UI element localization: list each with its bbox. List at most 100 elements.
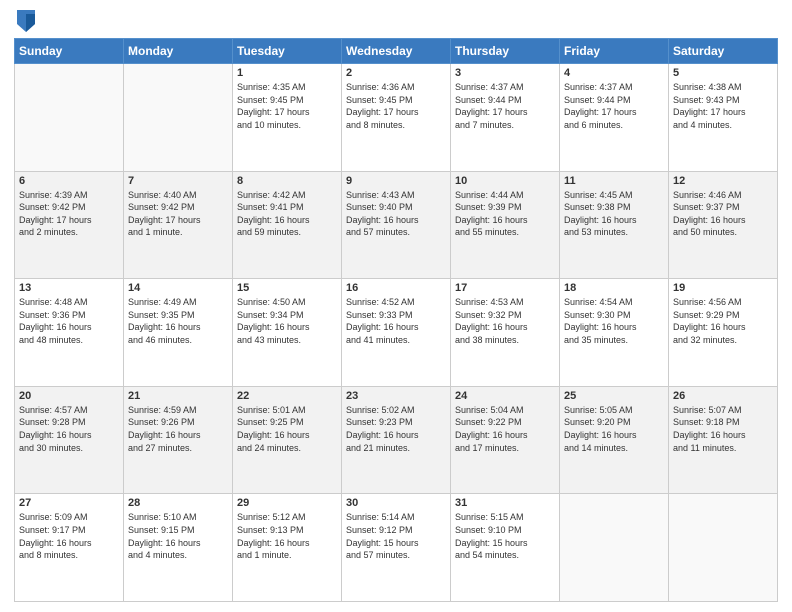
day-header-monday: Monday <box>124 39 233 64</box>
day-number: 19 <box>673 282 773 294</box>
calendar-cell: 25Sunrise: 5:05 AM Sunset: 9:20 PM Dayli… <box>560 386 669 494</box>
cell-info: Sunrise: 5:15 AM Sunset: 9:10 PM Dayligh… <box>455 511 555 561</box>
calendar-cell: 10 Sunrise: 4:44 AM Sunset: 9:39 PM Dayli… <box>451 171 560 279</box>
calendar-cell: 9 Sunrise: 4:43 AM Sunset: 9:40 PM Daylig… <box>342 171 451 279</box>
calendar-week-row: 1 Sunrise: 4:35 AM Sunset: 9:45 PM Daylig… <box>15 64 778 172</box>
day-number: 8 <box>237 175 337 187</box>
calendar-cell: 27 Sunrise: 5:09 AM Sunset: 9:17 PM Dayli… <box>15 494 124 602</box>
cell-info: Sunrise: 5:09 AM Sunset: 9:17 PM Dayligh… <box>19 511 119 561</box>
calendar-cell: 1 Sunrise: 4:35 AM Sunset: 9:45 PM Daylig… <box>233 64 342 172</box>
cell-info: Sunrise: 4:50 AM Sunset: 9:34 PM Dayligh… <box>237 296 337 346</box>
logo <box>14 14 35 32</box>
day-number: 22 <box>237 390 337 402</box>
calendar-cell: 12 Sunrise: 4:46 AM Sunset: 9:37 PM Dayli… <box>669 171 778 279</box>
day-number: 20 <box>19 390 119 402</box>
cell-info: Sunrise: 5:05 AM Sunset: 9:20 PM Dayligh… <box>564 404 664 454</box>
cell-info: Sunrise: 4:44 AM Sunset: 9:39 PM Dayligh… <box>455 189 555 239</box>
cell-info: Sunrise: 4:42 AM Sunset: 9:41 PM Dayligh… <box>237 189 337 239</box>
cell-info: Sunrise: 4:48 AM Sunset: 9:36 PM Dayligh… <box>19 296 119 346</box>
calendar-table: SundayMondayTuesdayWednesdayThursdayFrid… <box>14 38 778 602</box>
logo-icon <box>17 10 35 32</box>
cell-info: Sunrise: 4:52 AM Sunset: 9:33 PM Dayligh… <box>346 296 446 346</box>
cell-info: Sunrise: 4:54 AM Sunset: 9:30 PM Dayligh… <box>564 296 664 346</box>
calendar-cell: 21Sunrise: 4:59 AM Sunset: 9:26 PM Dayli… <box>124 386 233 494</box>
calendar-cell: 30 Sunrise: 5:14 AM Sunset: 9:12 PM Dayli… <box>342 494 451 602</box>
day-number: 3 <box>455 67 555 79</box>
cell-info: Sunrise: 5:07 AM Sunset: 9:18 PM Dayligh… <box>673 404 773 454</box>
day-header-saturday: Saturday <box>669 39 778 64</box>
calendar-cell: 24Sunrise: 5:04 AM Sunset: 9:22 PM Dayli… <box>451 386 560 494</box>
cell-info: Sunrise: 4:40 AM Sunset: 9:42 PM Dayligh… <box>128 189 228 239</box>
calendar-cell: 19 Sunrise: 4:56 AM Sunset: 9:29 PM Dayli… <box>669 279 778 387</box>
calendar-cell <box>15 64 124 172</box>
cell-info: Sunrise: 4:56 AM Sunset: 9:29 PM Dayligh… <box>673 296 773 346</box>
cell-info: Sunrise: 4:43 AM Sunset: 9:40 PM Dayligh… <box>346 189 446 239</box>
calendar-cell: 17 Sunrise: 4:53 AM Sunset: 9:32 PM Dayli… <box>451 279 560 387</box>
calendar-cell <box>669 494 778 602</box>
day-header-tuesday: Tuesday <box>233 39 342 64</box>
cell-info: Sunrise: 4:37 AM Sunset: 9:44 PM Dayligh… <box>564 81 664 131</box>
cell-info: Sunrise: 5:02 AM Sunset: 9:23 PM Dayligh… <box>346 404 446 454</box>
cell-info: Sunrise: 4:53 AM Sunset: 9:32 PM Dayligh… <box>455 296 555 346</box>
calendar-cell: 23 Sunrise: 5:02 AM Sunset: 9:23 PM Dayli… <box>342 386 451 494</box>
day-number: 5 <box>673 67 773 79</box>
calendar-cell: 28 Sunrise: 5:10 AM Sunset: 9:15 PM Dayli… <box>124 494 233 602</box>
calendar-week-row: 13 Sunrise: 4:48 AM Sunset: 9:36 PM Dayli… <box>15 279 778 387</box>
calendar-cell: 14 Sunrise: 4:49 AM Sunset: 9:35 PM Dayli… <box>124 279 233 387</box>
day-number: 30 <box>346 497 446 509</box>
day-number: 2 <box>346 67 446 79</box>
day-number: 31 <box>455 497 555 509</box>
day-number: 18 <box>564 282 664 294</box>
calendar-cell: 4 Sunrise: 4:37 AM Sunset: 9:44 PM Daylig… <box>560 64 669 172</box>
day-number: 26 <box>673 390 773 402</box>
calendar-cell: 31 Sunrise: 5:15 AM Sunset: 9:10 PM Dayli… <box>451 494 560 602</box>
calendar-cell: 8 Sunrise: 4:42 AM Sunset: 9:41 PM Daylig… <box>233 171 342 279</box>
calendar-cell <box>124 64 233 172</box>
calendar-cell <box>560 494 669 602</box>
calendar-cell: 7Sunrise: 4:40 AM Sunset: 9:42 PM Daylig… <box>124 171 233 279</box>
calendar-cell: 20Sunrise: 4:57 AM Sunset: 9:28 PM Dayli… <box>15 386 124 494</box>
page: SundayMondayTuesdayWednesdayThursdayFrid… <box>0 0 792 612</box>
day-number: 9 <box>346 175 446 187</box>
day-number: 13 <box>19 282 119 294</box>
day-number: 23 <box>346 390 446 402</box>
cell-info: Sunrise: 5:10 AM Sunset: 9:15 PM Dayligh… <box>128 511 228 561</box>
cell-info: Sunrise: 4:45 AM Sunset: 9:38 PM Dayligh… <box>564 189 664 239</box>
day-number: 1 <box>237 67 337 79</box>
calendar-cell: 26 Sunrise: 5:07 AM Sunset: 9:18 PM Dayli… <box>669 386 778 494</box>
cell-info: Sunrise: 5:14 AM Sunset: 9:12 PM Dayligh… <box>346 511 446 561</box>
calendar-cell: 22 Sunrise: 5:01 AM Sunset: 9:25 PM Dayli… <box>233 386 342 494</box>
day-number: 16 <box>346 282 446 294</box>
day-number: 29 <box>237 497 337 509</box>
day-number: 17 <box>455 282 555 294</box>
day-number: 4 <box>564 67 664 79</box>
cell-info: Sunrise: 5:04 AM Sunset: 9:22 PM Dayligh… <box>455 404 555 454</box>
header <box>14 10 778 32</box>
calendar-header-row: SundayMondayTuesdayWednesdayThursdayFrid… <box>15 39 778 64</box>
calendar-cell: 15 Sunrise: 4:50 AM Sunset: 9:34 PM Dayli… <box>233 279 342 387</box>
calendar-cell: 3 Sunrise: 4:37 AM Sunset: 9:44 PM Daylig… <box>451 64 560 172</box>
calendar-week-row: 27 Sunrise: 5:09 AM Sunset: 9:17 PM Dayli… <box>15 494 778 602</box>
cell-info: Sunrise: 4:36 AM Sunset: 9:45 PM Dayligh… <box>346 81 446 131</box>
cell-info: Sunrise: 4:37 AM Sunset: 9:44 PM Dayligh… <box>455 81 555 131</box>
day-number: 14 <box>128 282 228 294</box>
calendar-cell: 5Sunrise: 4:38 AM Sunset: 9:43 PM Daylig… <box>669 64 778 172</box>
cell-info: Sunrise: 4:46 AM Sunset: 9:37 PM Dayligh… <box>673 189 773 239</box>
cell-info: Sunrise: 4:35 AM Sunset: 9:45 PM Dayligh… <box>237 81 337 131</box>
cell-info: Sunrise: 5:12 AM Sunset: 9:13 PM Dayligh… <box>237 511 337 561</box>
day-header-thursday: Thursday <box>451 39 560 64</box>
day-number: 27 <box>19 497 119 509</box>
calendar-cell: 13 Sunrise: 4:48 AM Sunset: 9:36 PM Dayli… <box>15 279 124 387</box>
day-number: 28 <box>128 497 228 509</box>
calendar-cell: 11Sunrise: 4:45 AM Sunset: 9:38 PM Dayli… <box>560 171 669 279</box>
day-number: 10 <box>455 175 555 187</box>
cell-info: Sunrise: 4:49 AM Sunset: 9:35 PM Dayligh… <box>128 296 228 346</box>
calendar-cell: 29 Sunrise: 5:12 AM Sunset: 9:13 PM Dayli… <box>233 494 342 602</box>
day-header-sunday: Sunday <box>15 39 124 64</box>
day-number: 12 <box>673 175 773 187</box>
day-number: 15 <box>237 282 337 294</box>
cell-info: Sunrise: 5:01 AM Sunset: 9:25 PM Dayligh… <box>237 404 337 454</box>
calendar-week-row: 20Sunrise: 4:57 AM Sunset: 9:28 PM Dayli… <box>15 386 778 494</box>
cell-info: Sunrise: 4:39 AM Sunset: 9:42 PM Dayligh… <box>19 189 119 239</box>
day-header-friday: Friday <box>560 39 669 64</box>
